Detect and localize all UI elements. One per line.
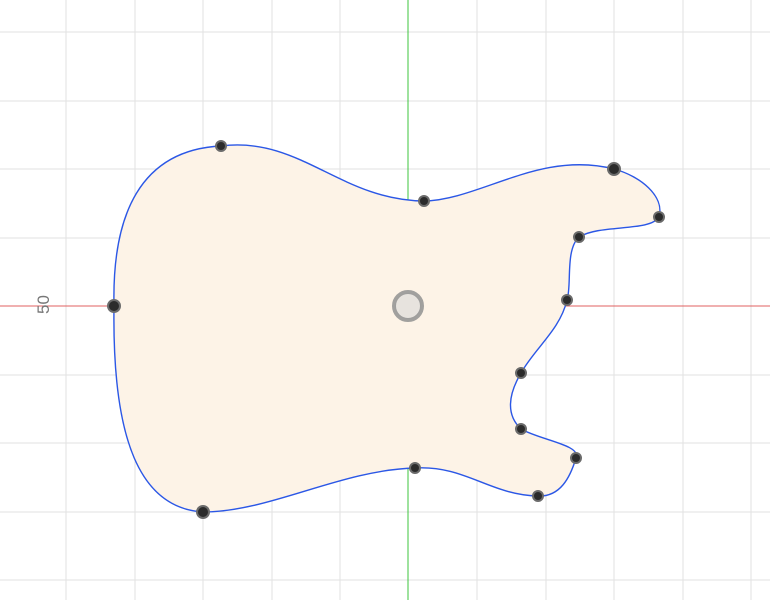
sketch-point[interactable] [573, 231, 585, 243]
sketch-point[interactable] [515, 367, 527, 379]
sketch-point[interactable] [561, 294, 573, 306]
sketch-point[interactable] [607, 162, 621, 176]
sketch-point[interactable] [418, 195, 430, 207]
sketch-point[interactable] [409, 462, 421, 474]
sketch-point[interactable] [570, 452, 582, 464]
ruler-dimension-label: 50 [34, 295, 53, 314]
sketch-point[interactable] [653, 211, 665, 223]
sketch-point[interactable] [215, 140, 227, 152]
sketch-point[interactable] [532, 490, 544, 502]
sketch-point[interactable] [107, 299, 121, 313]
sketch-point[interactable] [515, 423, 527, 435]
origin-point[interactable] [392, 290, 424, 322]
sketch-point[interactable] [196, 505, 210, 519]
sketch-canvas[interactable] [0, 0, 770, 600]
sketch-viewport[interactable]: 50 [0, 0, 770, 600]
